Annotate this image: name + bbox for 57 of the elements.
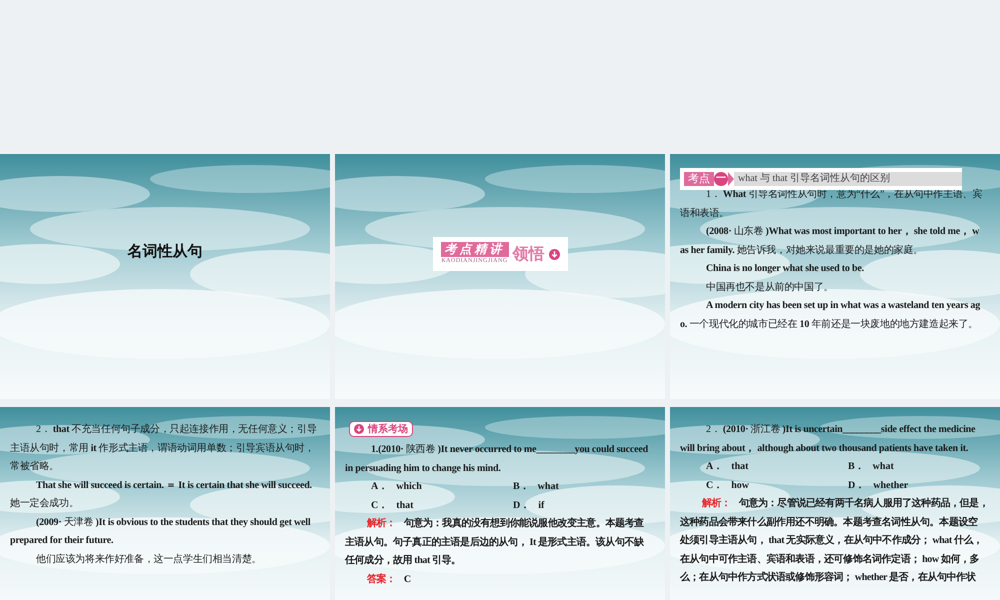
text-line: China is no longer what she used to be. — [705, 262, 865, 276]
text-line: 处须引导主语从句， that 无实际意义，在从句中不作成分； what 什么， — [680, 533, 983, 548]
text-line: 他们应该为将来作好准备，这一点学生们相当清楚。 — [35, 552, 262, 566]
text-line: 主语从句。句子真正的主语是后边的从句， It 是形式主语。该从句不缺 — [345, 535, 644, 550]
text-line: 2． (2010· 浙江卷 )It is uncertain________side effect the medicine — [705, 422, 976, 437]
option-text: what — [872, 460, 894, 474]
text-line: 主语从句时，常用 it 作形式主语，谓语动词用单数；引导宾语从句时， — [10, 442, 316, 456]
chevron-icon — [728, 172, 734, 186]
text-line: (2008· 山东卷 )What was most important to her， she told me， w — [705, 224, 980, 239]
slide-title: 名词性从句 — [128, 241, 202, 262]
text-line: 任何成分，故用 that 引导。 — [345, 554, 461, 568]
option-letter: B． — [848, 460, 865, 474]
option-text: if — [538, 498, 544, 512]
text-line: 她一定会成功。 — [10, 496, 80, 511]
text-line: 句意为：我真的没有想到你能说服他改变主意。本题考查 — [404, 516, 644, 531]
option-text: whether — [873, 478, 908, 492]
text-line: 句意为：尽管说已经有两千名病人服用了这种药品，但是， — [738, 496, 988, 511]
option-letter: D． — [848, 478, 866, 492]
option-letter: D． — [513, 498, 530, 512]
label-text: 解析： — [702, 496, 731, 511]
banner-word: 领悟 — [512, 243, 544, 265]
text-line: 2． that 不充当任何句子成分，只起连接作用，无任何意义；引导 — [35, 422, 318, 437]
label-text: 答案： — [367, 572, 396, 586]
label-text: 解析： — [367, 516, 396, 531]
down-arrow-icon — [548, 248, 560, 260]
text-line: 1.(2010· 陕西卷 )It never occurred to me________you could succeed — [370, 442, 649, 457]
option-letter: A． — [706, 460, 724, 474]
text-line: as her family. 她告诉我，对她来说最重要的是她的家庭。 — [680, 244, 924, 258]
option-text: which — [396, 480, 422, 494]
text-line: That she will succeed is certain. ＝ It is certain that she will succeed. — [35, 478, 313, 492]
section-number: 一 — [714, 172, 728, 186]
option-text: that — [731, 460, 748, 474]
option-letter: C． — [706, 478, 724, 492]
option-letter: B． — [513, 480, 530, 494]
banner-tag: 考点精讲 — [440, 242, 508, 257]
text-line: 常被省略。 — [10, 460, 60, 474]
text-line: 中国再也不是从前的中国了。 — [705, 280, 834, 294]
text-line: in persuading him to change his mind. — [345, 462, 502, 476]
option-text: how — [731, 478, 750, 492]
text-line: o. 一个现代化的城市已经在 10 年前还是一块废地的地方建造起来了。 — [680, 318, 980, 332]
option-letter: C． — [371, 498, 388, 512]
down-arrow-icon — [354, 424, 364, 434]
text-line: (2009· 天津卷 )It is obvious to the students that they should get well — [35, 516, 312, 530]
option-letter: A． — [371, 480, 388, 494]
text-line: 么；在从句中作方式状语或修饰形容词； whether 是否，在从句中作状 — [680, 570, 976, 585]
text-line: A modern city has been set up in what was a wasteland ten years ag — [705, 299, 982, 313]
section-title: what 与 that 引导名词性从句的区别 — [734, 172, 962, 186]
option-text: what — [538, 480, 559, 494]
text-line: C — [404, 572, 411, 586]
text-line: prepared for their future. — [10, 534, 114, 548]
section-title: 情系考场 — [368, 422, 408, 436]
section-tag: 考点 — [684, 172, 714, 186]
text-line: 这种药品会带来什么副作用还不明确。本题考查名词性从句。本题设空 — [680, 515, 978, 530]
text-line: 在从句中可作主语、宾语和表语，还可修饰名词作定语； how 如何，多 — [680, 552, 980, 566]
option-text: that — [396, 498, 414, 512]
text-line: 语和表语。 — [680, 206, 730, 220]
text-line: will bring about， although about two thousand patients have taken it. — [680, 442, 970, 456]
